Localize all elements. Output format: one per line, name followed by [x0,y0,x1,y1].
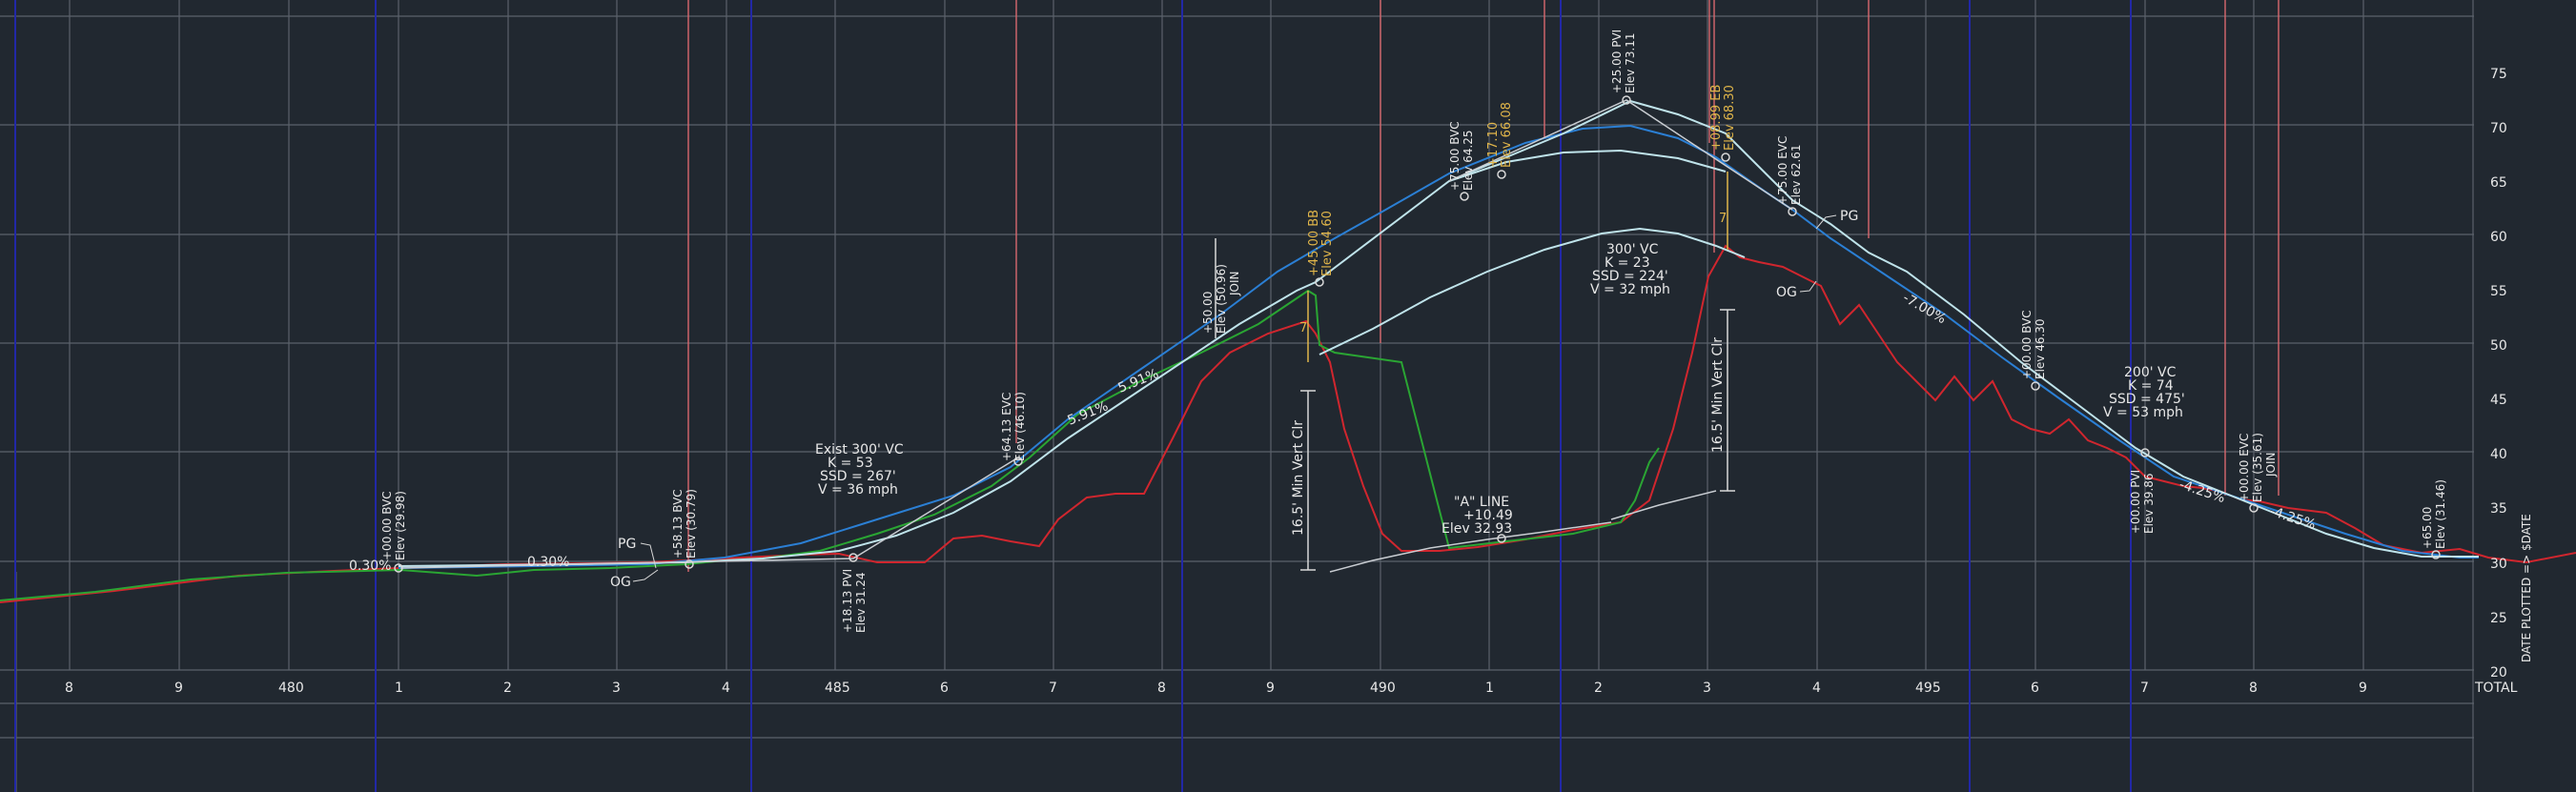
a-line-elev: Elev 32.93 [1441,521,1512,537]
station-tick: 7 [1049,680,1057,696]
station-tick: 8 [2249,680,2258,696]
station-tick: 1 [395,680,403,696]
station-tick: 2 [503,680,512,696]
elev-tick: 70 [2490,121,2507,136]
station-tick: 6 [2031,680,2039,696]
station-elev-label: Elev (31.46) [2434,479,2447,549]
join-label: JOIN [1228,272,1241,297]
evc-label: +75.00 EVC [1776,136,1789,205]
profile-sheet: 75 70 65 60 55 50 45 40 35 30 25 20 TOTA… [0,0,2576,792]
bvc-label: +00.00 BVC [2020,310,2034,379]
station-label: +45.00 BB [1307,210,1321,276]
evc-label: +64.13 EVC [1000,393,1013,461]
dimension-seven: 7 [1719,212,1727,226]
bvc-elev-label: Elev 64.25 [1462,130,1475,191]
station-tick: 480 [278,680,304,696]
pvi-label: +00.00 PVI [2129,470,2142,534]
bvc-label: +00.00 BVC [380,491,394,560]
evc-elev-label: Elev (35.61) [2251,433,2264,502]
station-label: +17.10 [1486,122,1501,168]
station-tick: 7 [2140,680,2149,696]
pvi-elev-label: Elev 31.24 [854,572,868,633]
station-elev-label: Elev 54.60 [1320,211,1335,276]
dimension-seven: 7 [1299,321,1307,335]
station-tick: 4 [722,680,730,696]
station-tick: 8 [65,680,73,696]
pvi-label: +25.00 PVI [1610,30,1624,93]
elev-tick: 75 [2490,67,2507,82]
bvc-elev-label: Elev (29.98) [394,491,407,560]
elev-tick: 35 [2490,501,2507,517]
station-tick: 3 [612,680,621,696]
station-tick: 2 [1594,680,1603,696]
station-tick: 3 [1703,680,1711,696]
min-clearance-label: 16.5' Min Vert Clr [1710,337,1726,453]
station-tick: 1 [1485,680,1494,696]
crest-vc-v: V = 32 mph [1590,282,1670,297]
vc-200-v: V = 53 mph [2103,405,2183,420]
evc-elev-label: Elev 62.61 [1789,144,1803,205]
elev-tick: 30 [2490,557,2507,572]
total-label: TOTAL [2474,680,2518,696]
join-label: JOIN [2264,453,2278,478]
pg-callout: PG [1840,209,1858,224]
station-elev-label: Elev 66.08 [1500,102,1514,168]
evc-label: +00.00 EVC [2238,434,2251,502]
elev-tick: 20 [2490,665,2507,680]
pvi-label: +18.13 PVI [841,569,854,633]
date-plotted-label: DATE PLOTTED => $DATE [2520,514,2533,662]
exist-vc-v: V = 36 mph [818,482,898,498]
station-tick: 485 [825,680,850,696]
station-tick: 8 [1157,680,1166,696]
bvc-label: +58.13 BVC [671,489,685,558]
elev-tick: 60 [2490,230,2507,245]
bvc-label: +75.00 BVC [1448,121,1462,191]
station-label: +50.00 [1201,292,1215,334]
pvi-elev-label: Elev 73.11 [1624,32,1637,93]
elev-tick: 50 [2490,338,2507,354]
station-tick: 495 [1915,680,1941,696]
elev-tick: 65 [2490,175,2507,191]
elev-tick: 45 [2490,393,2507,408]
bvc-elev-label: Elev 46.30 [2034,318,2047,379]
og-callout: OG [1776,285,1797,300]
grade-label: 0.30% [527,555,569,570]
elev-tick: 25 [2490,611,2507,626]
pvi-elev-label: Elev 39.86 [2142,473,2156,534]
station-label: +08.99 EB [1709,85,1724,151]
station-tick: 4 [1812,680,1821,696]
station-tick: 9 [1266,680,1275,696]
min-clearance-label: 16.5' Min Vert Clr [1291,420,1306,536]
bvc-elev-label: Elev (30.79) [685,489,698,558]
station-elev-label: Elev 68.30 [1723,85,1737,151]
station-tick: 9 [174,680,183,696]
elev-tick: 55 [2490,284,2507,299]
station-tick: 490 [1370,680,1396,696]
evc-elev-label: Elev (46.10) [1013,392,1027,461]
station-tick: 9 [2359,680,2367,696]
station-tick: 6 [940,680,949,696]
pg-callout: PG [618,537,636,552]
station-elev-label: Elev (50.96) [1215,264,1228,334]
og-callout: OG [610,575,631,590]
station-label: +65.00 [2421,507,2434,549]
elev-tick: 40 [2490,447,2507,462]
sheet-background [0,0,2576,792]
